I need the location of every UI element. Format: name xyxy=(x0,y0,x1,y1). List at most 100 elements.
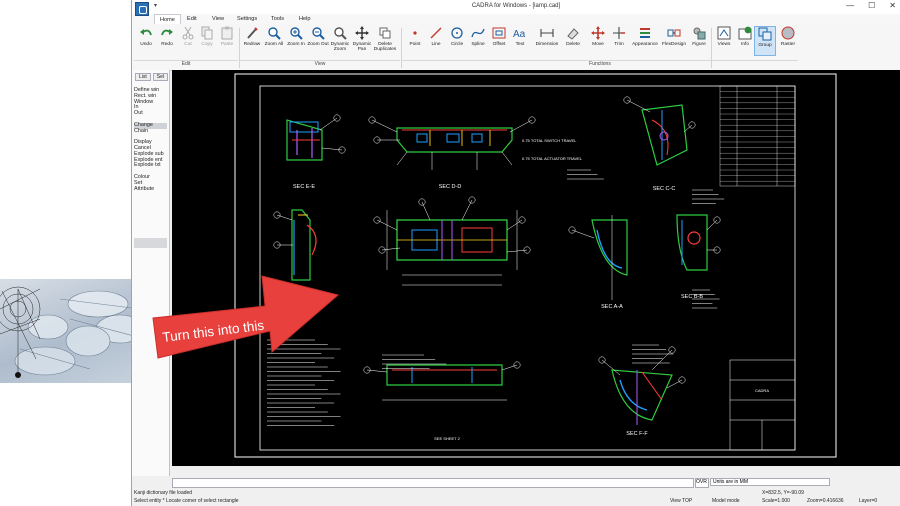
dynamic-pan-button[interactable]: Dynamic Pan xyxy=(351,26,373,56)
point-icon xyxy=(413,31,417,35)
section-c-c-part[interactable] xyxy=(641,104,688,166)
eraser-icon xyxy=(567,28,579,40)
views-icon xyxy=(717,26,731,40)
copy-button[interactable]: Copy xyxy=(196,26,218,56)
tab-list[interactable]: List xyxy=(135,73,151,81)
section-a-a-part[interactable] xyxy=(591,215,628,300)
tab-view[interactable]: View xyxy=(212,16,224,22)
zoom-all-button[interactable]: Zoom All xyxy=(263,26,285,56)
ribbon: Undo Redo Cut Copy Paste Edit Redraw Zoo… xyxy=(132,24,900,71)
trim-icon xyxy=(613,27,625,39)
text-button[interactable]: Aa Text xyxy=(509,26,531,56)
left-section-part[interactable] xyxy=(291,209,317,281)
layer-indicator: Layer=0 xyxy=(859,498,878,504)
view-indicator: View TOP xyxy=(670,498,693,504)
drawing-note: 0.75 TOTAL SWITCH TRAVEL xyxy=(522,138,577,143)
app-logo-icon[interactable] xyxy=(135,2,149,16)
flexdesign-icon xyxy=(667,29,681,37)
group-button[interactable]: Group xyxy=(754,26,776,56)
pan-arrows-icon xyxy=(355,26,369,40)
raster-button[interactable]: Raster xyxy=(777,26,799,56)
close-button[interactable]: ✕ xyxy=(889,1,896,10)
units-field: Units are in MM xyxy=(710,478,830,486)
trim-button[interactable]: Trim xyxy=(608,26,630,56)
blueprint-thumbnail xyxy=(0,279,151,383)
redraw-button[interactable]: Redraw xyxy=(241,26,263,56)
svg-text:Aa: Aa xyxy=(513,29,526,40)
text-icon: Aa xyxy=(513,29,526,40)
dimension-button[interactable]: Dimension xyxy=(533,26,561,56)
functions-group-label: Functions xyxy=(402,60,798,70)
info-button[interactable]: Info xyxy=(734,26,756,56)
spline-button[interactable]: Spline xyxy=(467,26,489,56)
scale-indicator: Scale=1.000 xyxy=(762,498,790,504)
offset-icon xyxy=(492,27,506,39)
overtype-indicator: OVR xyxy=(695,478,709,488)
command-panel: List Sel Define win Rect. win Window In … xyxy=(132,70,170,476)
zoom-indicator: Zoom=0.416636 xyxy=(807,498,844,504)
zoom-out-button[interactable]: Zoom Out xyxy=(307,26,329,56)
circle-button[interactable]: Circle xyxy=(446,26,468,56)
spline-icon xyxy=(471,28,485,38)
status-bar: Kanji dictionary file loaded X=832.5, Y=… xyxy=(132,489,900,506)
tab-tools[interactable]: Tools xyxy=(271,16,284,22)
window-title: CADRA for Windows - [lamp.cad] xyxy=(471,3,561,9)
drawing-note: 0.75 TOTAL ACTUATOR TRAVEL xyxy=(522,156,583,161)
line-button[interactable]: Line xyxy=(425,26,447,56)
section-label: SEC D-D xyxy=(439,184,462,190)
redraw-pencil-icon xyxy=(247,27,258,39)
command-input[interactable] xyxy=(172,478,694,488)
scissors-icon xyxy=(182,26,194,40)
move-arrows-icon xyxy=(591,26,605,40)
mode-indicator: Model mode xyxy=(712,498,740,504)
zoom-in-button[interactable]: Zoom In xyxy=(285,26,307,56)
section-label: SEC E-E xyxy=(293,184,315,190)
delete-button[interactable]: Delete xyxy=(562,26,584,56)
redo-button[interactable]: Redo xyxy=(156,26,178,56)
paste-button[interactable]: Paste xyxy=(216,26,238,56)
figure-button[interactable]: Figure xyxy=(688,26,710,56)
group-icon xyxy=(758,27,772,41)
delete-duplicates-button[interactable]: Delete Duplicates xyxy=(372,26,398,56)
main-part-view[interactable] xyxy=(386,210,518,286)
appearance-icon xyxy=(640,28,650,38)
section-d-d-part[interactable] xyxy=(396,127,513,170)
delete-duplicates-icon xyxy=(379,27,391,39)
status-prompt: Select entity * Locate corner of select … xyxy=(134,498,239,504)
list-item[interactable]: Attribute xyxy=(134,186,167,193)
command-list: Define win Rect. win Window In Out Chang… xyxy=(134,87,167,193)
move-button[interactable]: Move xyxy=(587,26,609,56)
dynamic-zoom-button[interactable]: Dynamic Zoom xyxy=(329,26,351,56)
undo-icon xyxy=(140,29,152,36)
line-icon xyxy=(430,27,442,39)
offset-button[interactable]: Offset xyxy=(488,26,510,56)
dimension-icon xyxy=(540,29,554,37)
point-button[interactable]: Point xyxy=(404,26,426,56)
figure-icon xyxy=(693,27,706,40)
view-group-label: View xyxy=(240,60,400,70)
app-window: ▾ CADRA for Windows - [lamp.cad] — ☐ ✕ H… xyxy=(131,0,900,506)
section-e-e-part[interactable] xyxy=(286,119,323,161)
info-icon xyxy=(738,26,752,40)
zoom-in-icon xyxy=(290,27,303,40)
appearance-button[interactable]: Appearance xyxy=(630,26,660,56)
section-b-b-part[interactable] xyxy=(676,214,708,271)
dynamic-zoom-icon xyxy=(334,27,347,40)
views-button[interactable]: Views xyxy=(713,26,735,56)
drawing-canvas[interactable]: CADRA SEC E-E SEC D-D SEC C-C SEC B-B SE… xyxy=(172,70,900,466)
bottom-part-view[interactable] xyxy=(382,364,507,401)
drawing-note: SEE SHEET 2 xyxy=(434,436,460,441)
maximize-button[interactable]: ☐ xyxy=(868,1,875,10)
tab-settings[interactable]: Settings xyxy=(237,16,257,22)
tab-sel[interactable]: Sel xyxy=(152,73,169,81)
section-label: SEC A-A xyxy=(601,304,623,310)
title-bar: ▾ CADRA for Windows - [lamp.cad] — ☐ ✕ xyxy=(132,0,900,16)
tab-help[interactable]: Help xyxy=(299,16,311,22)
undo-button[interactable]: Undo xyxy=(135,26,157,56)
title-block-text: CADRA xyxy=(755,388,769,393)
section-f-f-part[interactable] xyxy=(611,369,673,425)
tab-edit[interactable]: Edit xyxy=(187,16,197,22)
minimize-button[interactable]: — xyxy=(846,1,854,10)
tab-home[interactable]: Home xyxy=(154,14,181,24)
flexdesign-button[interactable]: FlexDesign xyxy=(661,26,687,56)
